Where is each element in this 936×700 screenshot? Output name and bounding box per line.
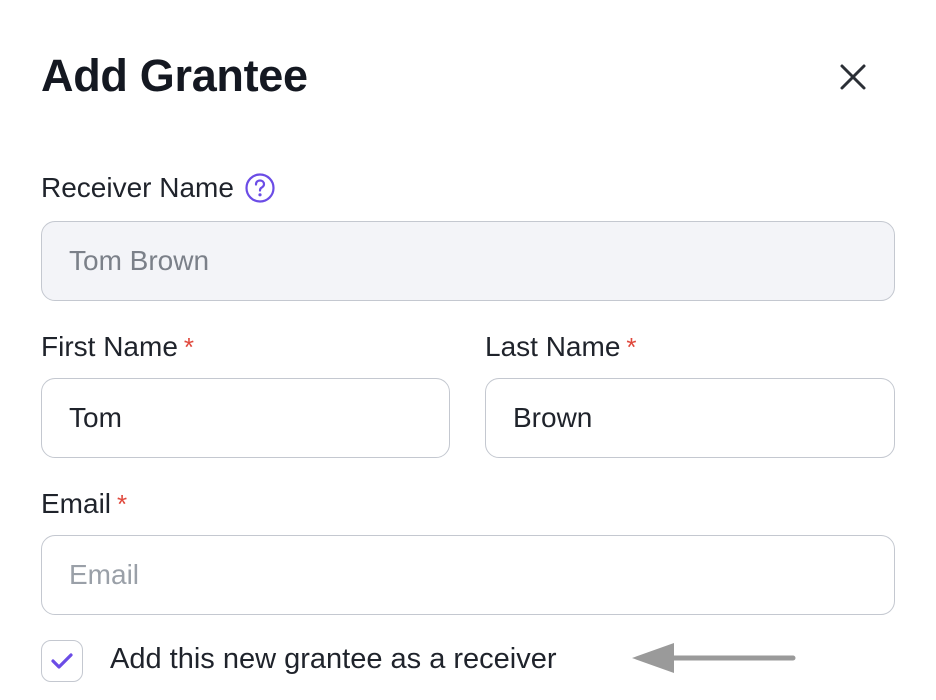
last-name-label-row: Last Name * [485, 331, 637, 363]
first-name-input[interactable] [41, 378, 450, 458]
email-input[interactable] [41, 535, 895, 615]
email-label: Email [41, 488, 112, 519]
first-name-label-row: First Name * [41, 331, 194, 363]
checkmark-icon [51, 653, 73, 669]
last-name-label: Last Name [485, 331, 621, 362]
arrow-left-icon [632, 643, 796, 673]
receiver-name-label: Receiver Name [41, 172, 234, 203]
required-marker: * [626, 331, 637, 362]
close-icon [840, 64, 866, 90]
add-as-receiver-label[interactable]: Add this new grantee as a receiver [110, 643, 557, 676]
question-circle-icon[interactable] [244, 172, 276, 204]
email-label-row: Email * [41, 488, 127, 520]
first-name-label: First Name [41, 331, 178, 362]
dialog-title: Add Grantee [41, 50, 308, 101]
add-as-receiver-checkbox[interactable] [41, 640, 83, 682]
close-button[interactable] [832, 56, 874, 98]
required-marker: * [183, 331, 195, 362]
receiver-name-input[interactable] [41, 221, 895, 301]
last-name-input[interactable] [485, 378, 895, 458]
add-grantee-dialog: Add Grantee Receiver Name First Name * L… [0, 0, 936, 700]
required-marker: * [117, 488, 128, 519]
receiver-name-label-row: Receiver Name [41, 172, 276, 204]
